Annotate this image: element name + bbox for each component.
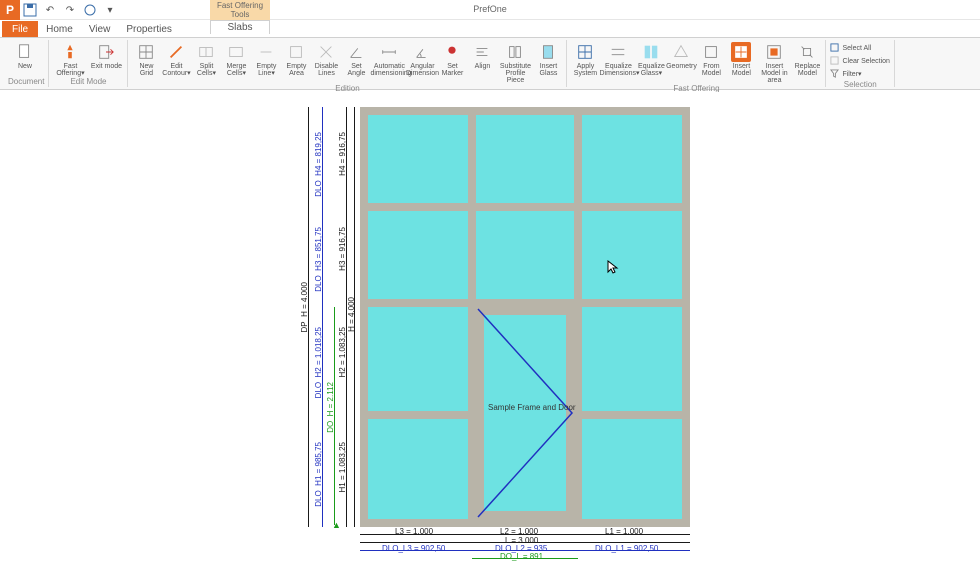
- dim-h-total: H = 4.000: [347, 297, 356, 332]
- exit-mode-button[interactable]: Exit mode: [89, 42, 123, 70]
- auto-dim-button[interactable]: Automatic dimensioning: [372, 42, 406, 77]
- replace-model-button[interactable]: Replace Model: [793, 42, 821, 77]
- tab-properties[interactable]: Properties: [118, 21, 180, 37]
- ribbon-tabstrip: File Home View Properties Fast Offering …: [0, 20, 980, 38]
- substitute-profile-button[interactable]: Substitute Profile Piece: [498, 42, 532, 84]
- disable-lines-button[interactable]: Disable Lines: [312, 42, 340, 77]
- refresh-icon[interactable]: [82, 2, 98, 18]
- insert-model-area-button[interactable]: Insert Model in area: [757, 42, 791, 84]
- group-edition: New Grid Edit Contour▾ Split Cells▾ Merg…: [128, 40, 567, 87]
- group-edit-mode: Fast Offering▾ Exit mode Edit Mode: [49, 40, 128, 87]
- group-fast-offering: Apply System Equalize Dimensions▾ Equali…: [567, 40, 826, 87]
- app-icon: P: [0, 0, 20, 20]
- filter-button[interactable]: Filter▾: [830, 68, 889, 80]
- dim-h2: H2 = 1.083,25: [338, 327, 347, 377]
- contextual-header: Fast Offering Tools: [210, 0, 270, 20]
- dim-dlo-h4: DLO_H4 = 819,25: [314, 132, 323, 197]
- frame: Sample Frame and Door: [360, 107, 690, 527]
- dim-h4: H4 = 916,75: [338, 132, 347, 176]
- new-grid-button[interactable]: New Grid: [132, 42, 160, 77]
- dim-l3: L3 = 1.000: [395, 527, 433, 536]
- empty-line-button[interactable]: Empty Line▾: [252, 42, 280, 77]
- edit-contour-button[interactable]: Edit Contour▾: [162, 42, 190, 77]
- group-document: New Document: [4, 40, 49, 87]
- tab-home[interactable]: Home: [38, 21, 81, 37]
- save-icon[interactable]: [22, 2, 38, 18]
- clear-selection-button[interactable]: Clear Selection: [830, 55, 889, 67]
- undo-icon[interactable]: ↶: [42, 2, 58, 18]
- dim-dlo-h3: DLO_H3 = 851,75: [314, 227, 323, 292]
- file-tab[interactable]: File: [2, 21, 38, 37]
- split-cells-button[interactable]: Split Cells▾: [192, 42, 220, 77]
- fast-offering-button[interactable]: Fast Offering▾: [53, 42, 87, 77]
- group-label: Edit Mode: [53, 77, 123, 87]
- dim-dp-h: DP_H = 4.000: [300, 282, 309, 332]
- qat-dropdown-icon[interactable]: ▾: [102, 2, 118, 18]
- ang-dim-button[interactable]: Angular Dimension: [408, 42, 436, 77]
- dim-dlo-h1: DLO_H1 = 985,75: [314, 442, 323, 507]
- group-label: Selection: [830, 80, 889, 89]
- dim-dlo-l1: DLO_L1 = 902,50: [595, 544, 658, 553]
- insert-model-button[interactable]: Insert Model: [727, 42, 755, 77]
- empty-area-button[interactable]: Empty Area: [282, 42, 310, 77]
- from-model-button[interactable]: From Model: [697, 42, 725, 77]
- merge-cells-button[interactable]: Merge Cells▾: [222, 42, 250, 77]
- ribbon: New Document Fast Offering▾ Exit mode Ed…: [0, 38, 980, 90]
- sample-label: Sample Frame and Door: [488, 403, 576, 412]
- tab-slabs[interactable]: Slabs: [210, 20, 270, 34]
- redo-icon[interactable]: ↷: [62, 2, 78, 18]
- align-button[interactable]: Align: [468, 42, 496, 70]
- dim-l2: L2 = 1.000: [500, 527, 538, 536]
- dim-dlo-l3: DLO_L3 = 902,50: [382, 544, 445, 553]
- dim-l1: L1 = 1.000: [605, 527, 643, 536]
- cursor-icon: [607, 260, 619, 277]
- title-bar: P ↶ ↷ ▾ PrefOne: [0, 0, 980, 20]
- contextual-tab-group: Fast Offering Tools Slabs: [210, 0, 270, 34]
- apply-system-button[interactable]: Apply System: [571, 42, 599, 77]
- origin-marker-icon: ▲: [332, 520, 341, 530]
- group-selection: Select All Clear Selection Filter▾ Selec…: [826, 40, 894, 87]
- curtain-wall-drawing: Sample Frame and Door DP_H = 4.000 DLO_H…: [300, 102, 720, 562]
- set-angle-button[interactable]: Set Angle: [342, 42, 370, 77]
- insert-glass-button[interactable]: Insert Glass: [534, 42, 562, 77]
- geometry-button[interactable]: Geometry: [667, 42, 695, 70]
- dim-do-h: DO_H = 2.112: [326, 382, 335, 433]
- group-label: Document: [8, 77, 44, 87]
- select-all-button[interactable]: Select All: [830, 42, 889, 54]
- equalize-dims-button[interactable]: Equalize Dimensions▾: [601, 42, 635, 77]
- dim-h3: H3 = 916,75: [338, 227, 347, 271]
- new-button[interactable]: New: [8, 42, 42, 70]
- equalize-glass-button[interactable]: Equalize Glass▾: [637, 42, 665, 77]
- tab-view[interactable]: View: [81, 21, 119, 37]
- drawing-canvas[interactable]: Sample Frame and Door DP_H = 4.000 DLO_H…: [0, 92, 980, 560]
- set-marker-button[interactable]: Set Marker: [438, 42, 466, 77]
- dim-dlo-h2: DLO_H2 = 1.018,25: [314, 327, 323, 398]
- dim-h1: H1 = 1.083,25: [338, 442, 347, 492]
- window-title: PrefOne: [473, 4, 507, 14]
